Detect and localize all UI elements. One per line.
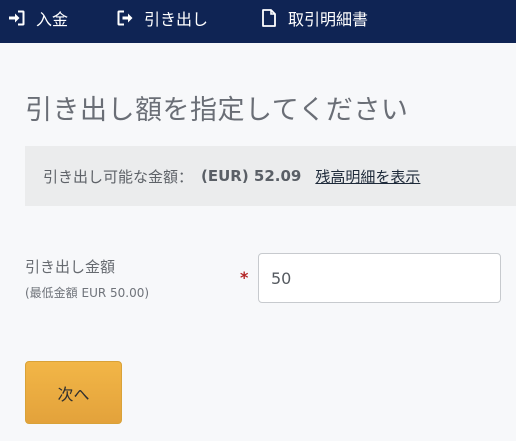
nav-item-statement[interactable]: 取引明細書 xyxy=(258,0,368,36)
withdraw-amount-input[interactable] xyxy=(258,253,501,303)
next-button[interactable]: 次へ xyxy=(25,361,122,424)
top-nav-bar: 入金 引き出し 取引明細書 xyxy=(0,0,516,43)
sign-out-icon xyxy=(114,7,136,29)
balance-details-link[interactable]: 残高明細を表示 xyxy=(315,166,420,187)
page-title: 引き出し額を指定してください xyxy=(25,95,409,126)
nav-item-deposit[interactable]: 入金 xyxy=(6,0,68,36)
withdraw-amount-label: 引き出し金額 xyxy=(25,258,116,276)
nav-deposit-label: 入金 xyxy=(36,10,69,29)
nav-withdraw-label: 引き出し xyxy=(144,10,209,29)
available-balance-box: 引き出し可能な金額： (EUR) 52.09 残高明細を表示 xyxy=(25,146,516,206)
nav-statement-label: 取引明細書 xyxy=(288,10,369,29)
sign-in-icon xyxy=(6,7,28,29)
document-icon xyxy=(258,7,280,29)
minimum-amount-note: (最低金額 EUR 50.00) xyxy=(25,286,150,300)
available-amount-label: 引き出し可能な金額： xyxy=(43,167,194,186)
available-amount-value: (EUR) 52.09 xyxy=(201,167,302,185)
nav-item-withdraw[interactable]: 引き出し xyxy=(114,0,208,36)
required-marker: * xyxy=(240,268,249,287)
